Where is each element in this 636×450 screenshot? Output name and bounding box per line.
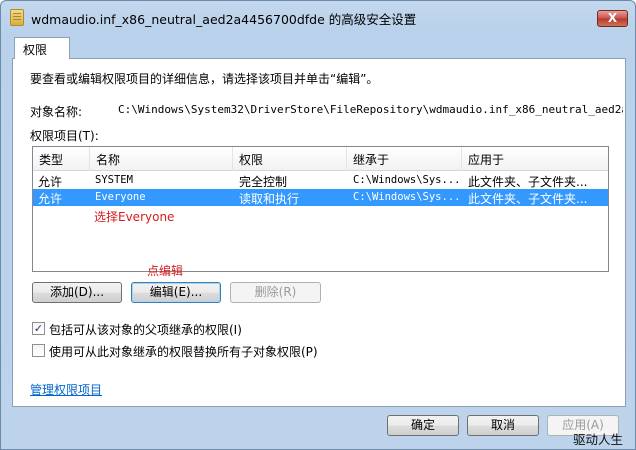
include-inheritable-label: 包括可从该对象的父项继承的权限(I) (49, 323, 242, 337)
include-inheritable-checkbox[interactable]: ✓ (32, 322, 45, 335)
annotation-click-edit: 点编辑 (147, 264, 184, 278)
cell-inherited-from: C:\Windows\Sys... (353, 191, 459, 203)
ok-button[interactable]: 确定 (387, 415, 459, 436)
column-permission[interactable]: 权限 (233, 147, 347, 171)
table-row[interactable]: 允许 SYSTEM 完全控制 C:\Windows\Sys... 此文件夹、子文… (33, 172, 608, 189)
watermark-text: 驱动人生 (573, 432, 624, 447)
cell-permission: 读取和执行 (239, 192, 300, 206)
intro-text: 要查看或编辑权限项目的详细信息，请选择该项目并单击“编辑”。 (30, 72, 379, 86)
cell-applies-to: 此文件夹、子文件夹... (468, 175, 588, 189)
title-bar[interactable]: wdmaudio.inf_x86_neutral_aed2a4456700dfd… (1, 1, 635, 33)
manage-permissions-link[interactable]: 管理权限项目 (30, 381, 102, 398)
add-button[interactable]: 添加(D)... (32, 282, 122, 303)
tab-permissions[interactable]: 权限 (14, 37, 70, 59)
cell-name: SYSTEM (95, 174, 133, 186)
list-header: 类型 名称 权限 继承于 应用于 (33, 147, 608, 171)
permission-entries-label: 权限项目(T): (30, 129, 99, 143)
column-applies-to[interactable]: 应用于 (462, 147, 608, 171)
column-name[interactable]: 名称 (90, 147, 233, 171)
cell-applies-to: 此文件夹、子文件夹... (468, 192, 588, 206)
advanced-security-dialog: wdmaudio.inf_x86_neutral_aed2a4456700dfd… (0, 0, 636, 450)
close-button[interactable]: X (597, 10, 628, 27)
cell-permission: 完全控制 (239, 175, 288, 189)
edit-button[interactable]: 编辑(E)... (131, 282, 221, 303)
cell-name: Everyone (95, 191, 146, 203)
folder-icon (10, 9, 24, 26)
cancel-button[interactable]: 取消 (467, 415, 539, 436)
annotation-select-everyone: 选择Everyone (94, 210, 175, 224)
object-name-value: C:\Windows\System32\DriverStore\FileRepo… (118, 103, 623, 116)
replace-child-permissions-checkbox[interactable] (32, 344, 45, 357)
object-name-label: 对象名称: (30, 105, 83, 119)
column-inherited-from[interactable]: 继承于 (347, 147, 462, 171)
window-title: wdmaudio.inf_x86_neutral_aed2a4456700dfd… (31, 12, 417, 27)
permissions-panel: 要查看或编辑权限项目的详细信息，请选择该项目并单击“编辑”。 对象名称: C:\… (12, 58, 626, 407)
replace-child-permissions-label: 使用可从此对象继承的权限替换所有子对象权限(P) (49, 345, 318, 359)
table-row[interactable]: 允许 Everyone 读取和执行 C:\Windows\Sys... 此文件夹… (33, 189, 608, 206)
delete-button[interactable]: 删除(R) (230, 282, 321, 303)
column-type[interactable]: 类型 (33, 147, 90, 171)
cell-inherited-from: C:\Windows\Sys... (353, 174, 459, 186)
permission-entries-list[interactable]: 类型 名称 权限 继承于 应用于 允许 SYSTEM 完全控制 C:\Windo… (32, 146, 609, 272)
cell-type: 允许 (38, 175, 63, 189)
cell-type: 允许 (38, 192, 63, 206)
